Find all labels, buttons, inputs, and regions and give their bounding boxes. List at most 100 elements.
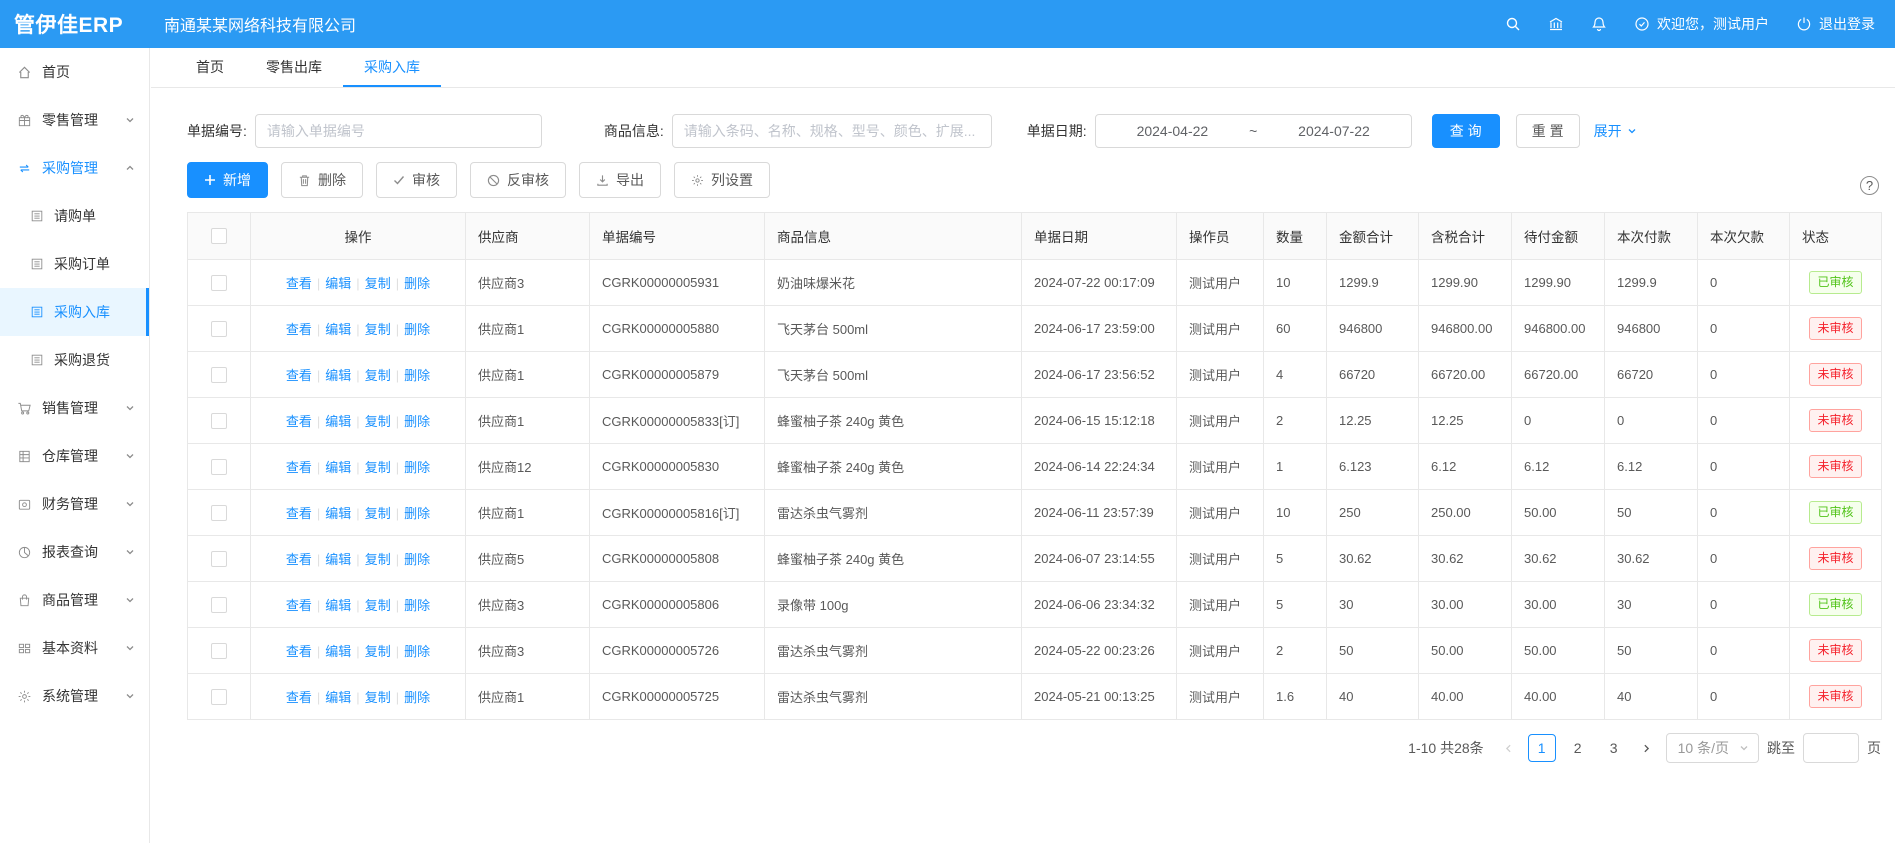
- toolbar-button[interactable]: 导出: [579, 162, 661, 198]
- delete-link[interactable]: 删除: [404, 460, 430, 475]
- edit-link[interactable]: 编辑: [325, 414, 351, 429]
- row-checkbox[interactable]: [211, 413, 227, 429]
- sidebar-item[interactable]: 基本资料: [0, 624, 149, 672]
- logout-button[interactable]: 退出登录: [1796, 14, 1875, 34]
- operator-cell: 测试用户: [1177, 490, 1264, 536]
- sidebar-item[interactable]: 请购单: [0, 192, 149, 240]
- copy-link[interactable]: 复制: [365, 460, 391, 475]
- select-all-checkbox[interactable]: [211, 228, 227, 244]
- page-number-button[interactable]: 3: [1600, 734, 1628, 762]
- copy-link[interactable]: 复制: [365, 506, 391, 521]
- delete-link[interactable]: 删除: [404, 368, 430, 383]
- delete-link[interactable]: 删除: [404, 414, 430, 429]
- next-page-button[interactable]: [1636, 734, 1658, 762]
- prev-page-button[interactable]: [1498, 734, 1520, 762]
- delete-link[interactable]: 删除: [404, 552, 430, 567]
- delete-link[interactable]: 删除: [404, 276, 430, 291]
- delete-link[interactable]: 删除: [404, 690, 430, 705]
- toolbar-button[interactable]: 审核: [376, 162, 457, 198]
- view-link[interactable]: 查看: [286, 506, 312, 521]
- sidebar-item[interactable]: 仓库管理: [0, 432, 149, 480]
- copy-link[interactable]: 复制: [365, 644, 391, 659]
- edit-link[interactable]: 编辑: [325, 322, 351, 337]
- row-actions: 查看|编辑|复制|删除: [251, 582, 466, 628]
- welcome-user[interactable]: 欢迎您，测试用户: [1634, 14, 1769, 34]
- copy-link[interactable]: 复制: [365, 368, 391, 383]
- edit-link[interactable]: 编辑: [325, 598, 351, 613]
- edit-link[interactable]: 编辑: [325, 644, 351, 659]
- tab[interactable]: 采购入库: [343, 48, 441, 87]
- sidebar-item[interactable]: 采购入库: [0, 288, 149, 336]
- bell-icon[interactable]: [1591, 16, 1607, 32]
- row-checkbox[interactable]: [211, 689, 227, 705]
- view-link[interactable]: 查看: [286, 598, 312, 613]
- edit-link[interactable]: 编辑: [325, 506, 351, 521]
- jump-to-page-input[interactable]: [1803, 733, 1859, 763]
- product-info-input[interactable]: [672, 114, 992, 148]
- row-checkbox[interactable]: [211, 459, 227, 475]
- sidebar-item[interactable]: 系统管理: [0, 672, 149, 720]
- edit-link[interactable]: 编辑: [325, 368, 351, 383]
- edit-link[interactable]: 编辑: [325, 690, 351, 705]
- date-end-value[interactable]: 2024-07-22: [1298, 123, 1370, 139]
- row-checkbox[interactable]: [211, 321, 227, 337]
- copy-link[interactable]: 复制: [365, 552, 391, 567]
- row-checkbox[interactable]: [211, 275, 227, 291]
- expand-toggle[interactable]: 展开: [1594, 121, 1637, 141]
- toolbar-button[interactable]: 新增: [187, 162, 268, 198]
- search-button[interactable]: 查 询: [1432, 114, 1500, 148]
- delete-link[interactable]: 删除: [404, 598, 430, 613]
- edit-link[interactable]: 编辑: [325, 276, 351, 291]
- view-link[interactable]: 查看: [286, 322, 312, 337]
- row-checkbox[interactable]: [211, 643, 227, 659]
- view-link[interactable]: 查看: [286, 552, 312, 567]
- copy-link[interactable]: 复制: [365, 598, 391, 613]
- toolbar-button[interactable]: 反审核: [470, 162, 566, 198]
- delete-link[interactable]: 删除: [404, 322, 430, 337]
- action-divider: |: [317, 460, 320, 475]
- sidebar-item[interactable]: 采购订单: [0, 240, 149, 288]
- row-checkbox[interactable]: [211, 551, 227, 567]
- row-checkbox[interactable]: [211, 367, 227, 383]
- view-link[interactable]: 查看: [286, 276, 312, 291]
- bank-icon[interactable]: [1548, 16, 1564, 32]
- delete-link[interactable]: 删除: [404, 644, 430, 659]
- date-range-picker[interactable]: 2024-04-22 ~ 2024-07-22: [1095, 114, 1412, 148]
- view-link[interactable]: 查看: [286, 414, 312, 429]
- view-link[interactable]: 查看: [286, 644, 312, 659]
- reset-button[interactable]: 重 置: [1516, 114, 1580, 148]
- tab[interactable]: 零售出库: [245, 48, 343, 87]
- page-number-button[interactable]: 2: [1564, 734, 1592, 762]
- help-icon[interactable]: ?: [1860, 176, 1879, 195]
- copy-link[interactable]: 复制: [365, 414, 391, 429]
- toolbar-button[interactable]: 列设置: [674, 162, 770, 198]
- sidebar-item[interactable]: 采购退货: [0, 336, 149, 384]
- view-link[interactable]: 查看: [286, 368, 312, 383]
- delete-link[interactable]: 删除: [404, 506, 430, 521]
- sidebar-item[interactable]: 财务管理: [0, 480, 149, 528]
- page-number-button[interactable]: 1: [1528, 734, 1556, 762]
- search-icon[interactable]: [1505, 16, 1521, 32]
- date-start-value[interactable]: 2024-04-22: [1137, 123, 1209, 139]
- sidebar-item[interactable]: 报表查询: [0, 528, 149, 576]
- row-checkbox[interactable]: [211, 505, 227, 521]
- view-link[interactable]: 查看: [286, 460, 312, 475]
- bill-no-input[interactable]: [255, 114, 542, 148]
- row-checkbox[interactable]: [211, 597, 227, 613]
- sidebar-item[interactable]: 零售管理: [0, 96, 149, 144]
- sidebar-item[interactable]: 销售管理: [0, 384, 149, 432]
- edit-link[interactable]: 编辑: [325, 552, 351, 567]
- copy-link[interactable]: 复制: [365, 690, 391, 705]
- sidebar-item[interactable]: 采购管理: [0, 144, 149, 192]
- copy-link[interactable]: 复制: [365, 276, 391, 291]
- toolbar-button[interactable]: 删除: [281, 162, 363, 198]
- tab[interactable]: 首页: [175, 48, 245, 87]
- table-row: 查看|编辑|复制|删除 供应商5 CGRK00000005808 蜂蜜柚子茶 2…: [188, 536, 1882, 582]
- edit-link[interactable]: 编辑: [325, 460, 351, 475]
- sidebar-item[interactable]: 商品管理: [0, 576, 149, 624]
- page-size-select[interactable]: 10 条/页: [1666, 733, 1759, 763]
- sidebar-item[interactable]: 首页: [0, 48, 149, 96]
- view-link[interactable]: 查看: [286, 690, 312, 705]
- sidebar-item-label: 仓库管理: [42, 446, 98, 466]
- copy-link[interactable]: 复制: [365, 322, 391, 337]
